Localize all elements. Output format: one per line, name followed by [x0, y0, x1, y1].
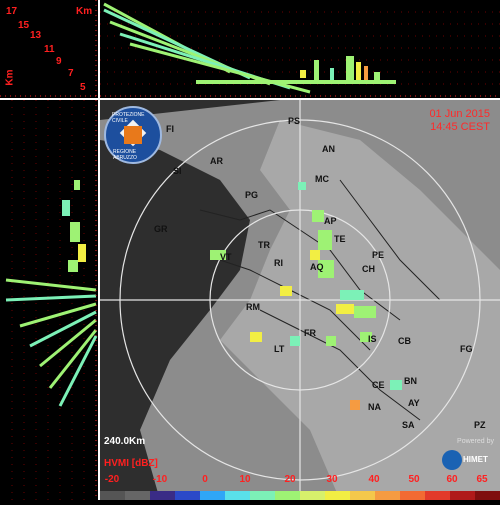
- city-label: CB: [398, 336, 411, 346]
- scale-color-step: [325, 491, 350, 500]
- city-label: PG: [245, 190, 259, 200]
- city-label: PE: [372, 250, 385, 260]
- city-label: LT: [274, 344, 285, 354]
- scale-color-step: [225, 491, 250, 500]
- scale-color-step: [100, 491, 125, 500]
- scale-title: HVMI [dBZ]: [104, 458, 158, 469]
- city-label: PS: [288, 116, 301, 126]
- logo-emblem: [124, 126, 142, 144]
- city-label: CE: [372, 380, 385, 390]
- city-label: AR: [210, 156, 223, 166]
- map-background: [100, 100, 500, 500]
- scale-color-step: [450, 491, 475, 500]
- scale-color-step: [125, 491, 150, 500]
- time: 14:45 CEST: [430, 121, 490, 133]
- scale-color-step: [275, 491, 300, 500]
- scale-color-step: [350, 491, 375, 500]
- scale-tick: 20: [284, 474, 296, 485]
- scale-tick: 50: [408, 474, 420, 485]
- city-label: SA: [402, 420, 415, 430]
- ns-profile: [100, 2, 500, 97]
- scale-ticks: -20 -10 0 10 20 30 40 50 60 65: [100, 474, 500, 486]
- logo-top-text: PROTEZIONE CIVILE: [112, 112, 145, 124]
- himet-logo: HIMET: [442, 450, 494, 470]
- powered-by-text: Powered by: [457, 438, 494, 445]
- city-label: AY: [408, 398, 420, 408]
- logo-bottom-text: REGIONE ABRUZZO: [113, 149, 137, 161]
- scale-color-step: [425, 491, 450, 500]
- date: 01 Jun 2015: [429, 108, 490, 120]
- himet-logo-icon: [442, 450, 462, 470]
- reflectivity-color-scale: [100, 491, 500, 500]
- scale-tick: 30: [326, 474, 338, 485]
- scale-color-step: [150, 491, 175, 500]
- range-label: 240.0Km: [104, 436, 146, 447]
- west-east-profile-panel: [0, 100, 98, 500]
- city-label: FG: [460, 344, 473, 354]
- city-label: BN: [404, 376, 417, 386]
- city-label: SI: [173, 166, 182, 176]
- city-label: CH: [362, 264, 375, 274]
- city-label: PZ: [474, 420, 486, 430]
- himet-logo-text: HIMET: [463, 455, 488, 464]
- scale-tick: -20: [104, 474, 120, 485]
- scale-color-step: [400, 491, 425, 500]
- timestamp: 01 Jun 2015 14:45 CEST: [429, 108, 490, 134]
- civil-protection-logo: PROTEZIONE CIVILE REGIONE ABRUZZO: [104, 106, 162, 164]
- city-label: NA: [368, 402, 381, 412]
- scale-tick: 10: [239, 474, 251, 485]
- scale-color-step: [175, 491, 200, 500]
- height-scale-panel: 17 Km 15 13 11 9 7 5 Km: [0, 0, 98, 98]
- scale-color-step: [200, 491, 225, 500]
- radar-map[interactable]: PROTEZIONE CIVILE REGIONE ABRUZZO 01 Jun…: [100, 100, 500, 500]
- scale-tick: 0: [202, 474, 208, 485]
- north-south-profile-panel: [100, 0, 500, 98]
- height-grid: [0, 0, 98, 98]
- scale-tick: 40: [368, 474, 380, 485]
- scale-color-step: [475, 491, 500, 500]
- scale-color-step: [375, 491, 400, 500]
- we-profile: [5, 100, 98, 500]
- city-label: TR: [258, 240, 270, 250]
- city-label: GR: [154, 224, 168, 234]
- city-label: IS: [368, 334, 377, 344]
- scale-tick: -10: [152, 474, 168, 485]
- city-label: AP: [324, 216, 337, 226]
- city-label: RM: [246, 302, 260, 312]
- city-label: AN: [322, 144, 335, 154]
- city-label: TE: [334, 234, 346, 244]
- scale-color-step: [250, 491, 275, 500]
- city-label: AQ: [310, 262, 324, 272]
- city-label: FR: [304, 328, 316, 338]
- city-label: MC: [315, 174, 329, 184]
- scale-color-step: [300, 491, 325, 500]
- city-label: FI: [166, 124, 174, 134]
- city-label: RI: [274, 258, 283, 268]
- scale-tick: 65: [476, 474, 488, 485]
- city-label: VT: [220, 252, 232, 262]
- scale-tick: 60: [446, 474, 458, 485]
